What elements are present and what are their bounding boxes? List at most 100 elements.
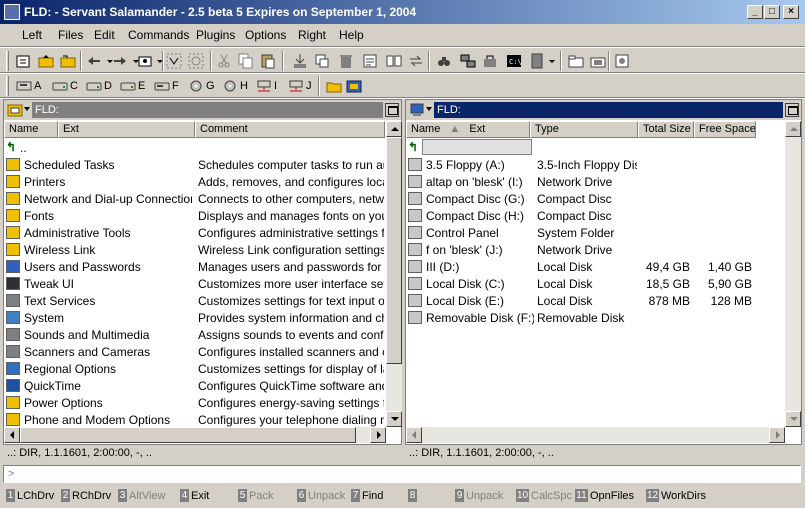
menu-help[interactable]: Help: [339, 28, 364, 42]
list-item[interactable]: Administrative Tools Configures administr…: [4, 224, 386, 241]
menu-plugins[interactable]: Plugins: [196, 28, 235, 42]
drive-button-j[interactable]: J: [288, 77, 312, 95]
fkey-12[interactable]: 12 WorkDirs: [646, 488, 706, 503]
forward-icon[interactable]: [112, 53, 128, 69]
column-header-free-space[interactable]: Free Space: [694, 121, 756, 138]
parent-dir-icon[interactable]: [38, 53, 54, 69]
drive-button-i[interactable]: I: [256, 77, 277, 95]
back-icon[interactable]: [86, 53, 102, 69]
list-item[interactable]: Users and Passwords Manages users and pas…: [4, 258, 386, 275]
list-item[interactable]: Wireless Link Wireless Link configuration…: [4, 241, 386, 258]
scroll-up-button[interactable]: [785, 121, 801, 137]
fkey-4[interactable]: 4 Exit: [180, 488, 209, 503]
find-icon[interactable]: [436, 53, 452, 69]
scroll-right-button[interactable]: [370, 427, 386, 443]
drive-button-f[interactable]: F: [154, 77, 179, 95]
drive-row[interactable]: 3.5 Floppy (A:) 3.5-Inch Floppy Disk: [406, 156, 785, 173]
chevron-down-icon[interactable]: [426, 107, 432, 111]
compare-icon[interactable]: [386, 53, 402, 69]
drive-row[interactable]: Compact Disc (G:) Compact Disc: [406, 190, 785, 207]
list-item[interactable]: QuickTime Configures QuickTime software a…: [4, 377, 386, 394]
scroll-thumb[interactable]: [386, 137, 402, 364]
drive-button-d[interactable]: D: [86, 77, 112, 95]
menu-commands[interactable]: Commands: [128, 28, 189, 42]
fkey-5[interactable]: 5 Pack: [238, 488, 273, 503]
copy-files-icon[interactable]: [314, 53, 330, 69]
scroll-left-button[interactable]: [4, 427, 20, 443]
right-panel-path[interactable]: FLD:: [434, 102, 783, 118]
drive-button-a[interactable]: A: [16, 77, 41, 95]
select-icon[interactable]: [166, 53, 182, 69]
root-dir-icon[interactable]: [60, 53, 76, 69]
right-horizontal-scrollbar[interactable]: [406, 427, 785, 443]
menu-edit[interactable]: Edit: [94, 28, 115, 42]
right-vertical-scrollbar[interactable]: [785, 121, 801, 427]
menu-options[interactable]: Options: [245, 28, 286, 42]
toolbar-grip[interactable]: [6, 76, 9, 96]
updir-row[interactable]: ↰..: [4, 139, 386, 156]
minimize-button[interactable]: _: [747, 5, 763, 19]
fkey-3[interactable]: 3 AltView: [118, 488, 165, 503]
chevron-down-icon[interactable]: [24, 107, 30, 111]
drive-row[interactable]: Local Disk (E:) Local Disk 878 MB 128 MB: [406, 292, 785, 309]
command-shell-icon[interactable]: C:\: [506, 53, 522, 69]
menu-left[interactable]: Left: [22, 28, 42, 42]
drive-button-h[interactable]: H: [222, 77, 248, 95]
my-computer-icon[interactable]: [409, 102, 425, 118]
drive-button-e[interactable]: E: [120, 77, 145, 95]
left-panel[interactable]: FLD: Name Ext Comment ↰.. Scheduled Tasks…: [3, 99, 402, 462]
shared-dirs-icon[interactable]: [482, 53, 498, 69]
app-icon[interactable]: [4, 4, 20, 20]
list-item[interactable]: Regional Options Customizes settings for …: [4, 360, 386, 377]
close-button[interactable]: ×: [783, 5, 799, 19]
network-neighborhood-icon[interactable]: [460, 53, 476, 69]
drive-row[interactable]: Local Disk (C:) Local Disk 18,5 GB 5,90 GB: [406, 275, 785, 292]
cut-icon[interactable]: [216, 53, 232, 69]
control-panel-icon[interactable]: [7, 102, 23, 118]
column-header-comment[interactable]: Comment: [195, 121, 385, 138]
list-item[interactable]: System Provides system information and ch…: [4, 309, 386, 326]
drive-row[interactable]: Removable Disk (F:) Removable Disk: [406, 309, 785, 326]
menu-files[interactable]: Files: [58, 28, 83, 42]
title-bar[interactable]: FLD: - Servant Salamander - 2.5 beta 5 E…: [0, 0, 805, 24]
drive-button-g[interactable]: G: [188, 77, 215, 95]
scroll-down-button[interactable]: [785, 411, 801, 427]
fkey-1[interactable]: 1 LChDrv: [6, 488, 54, 503]
desktop-folder-icon[interactable]: [590, 53, 606, 69]
scroll-thumb[interactable]: [20, 427, 356, 443]
scroll-left-button[interactable]: [406, 427, 422, 443]
list-item[interactable]: Tweak UI Customizes more user interface s…: [4, 275, 386, 292]
column-header-ext[interactable]: Ext: [58, 121, 195, 138]
column-header-name[interactable]: Name: [4, 121, 58, 138]
copy-icon[interactable]: [238, 53, 254, 69]
list-item[interactable]: Text Services Customizes settings for tex…: [4, 292, 386, 309]
fkey-6[interactable]: 6 Unpack: [297, 488, 345, 503]
command-line[interactable]: >: [3, 465, 801, 483]
properties-icon[interactable]: [362, 53, 378, 69]
column-header-name[interactable]: Name ▲ Ext: [406, 121, 530, 138]
drive-button-c[interactable]: C: [52, 77, 78, 95]
list-item[interactable]: Scheduled Tasks Schedules computer tasks …: [4, 156, 386, 173]
fkey-8[interactable]: 8: [408, 488, 419, 503]
sync-icon[interactable]: [408, 53, 424, 69]
configuration-icon[interactable]: [614, 53, 630, 69]
list-item[interactable]: Fonts Displays and manages fonts on your …: [4, 207, 386, 224]
delete-icon[interactable]: [338, 53, 354, 69]
left-panel-path[interactable]: FLD:: [32, 102, 383, 118]
scroll-down-button[interactable]: [386, 411, 402, 427]
toolbar-grip[interactable]: [6, 51, 9, 71]
fkey-7[interactable]: 7 Find: [351, 488, 383, 503]
unselect-icon[interactable]: [188, 53, 204, 69]
drive-row[interactable]: Control Panel System Folder: [406, 224, 785, 241]
left-vertical-scrollbar[interactable]: [386, 121, 402, 427]
move-icon[interactable]: [292, 53, 308, 69]
list-item[interactable]: Printers Adds, removes, and configures lo…: [4, 173, 386, 190]
left-panel-zoom-button[interactable]: [385, 103, 399, 117]
chevron-down-icon[interactable]: [544, 53, 560, 69]
plugin-fs-icon[interactable]: [346, 78, 362, 94]
drive-row[interactable]: f on 'blesk' (J:) Network Drive: [406, 241, 785, 258]
drive-row[interactable]: Compact Disc (H:) Compact Disc: [406, 207, 785, 224]
column-header-total-size[interactable]: Total Size: [638, 121, 694, 138]
scroll-up-button[interactable]: [386, 121, 402, 137]
column-header-type[interactable]: Type: [530, 121, 638, 138]
